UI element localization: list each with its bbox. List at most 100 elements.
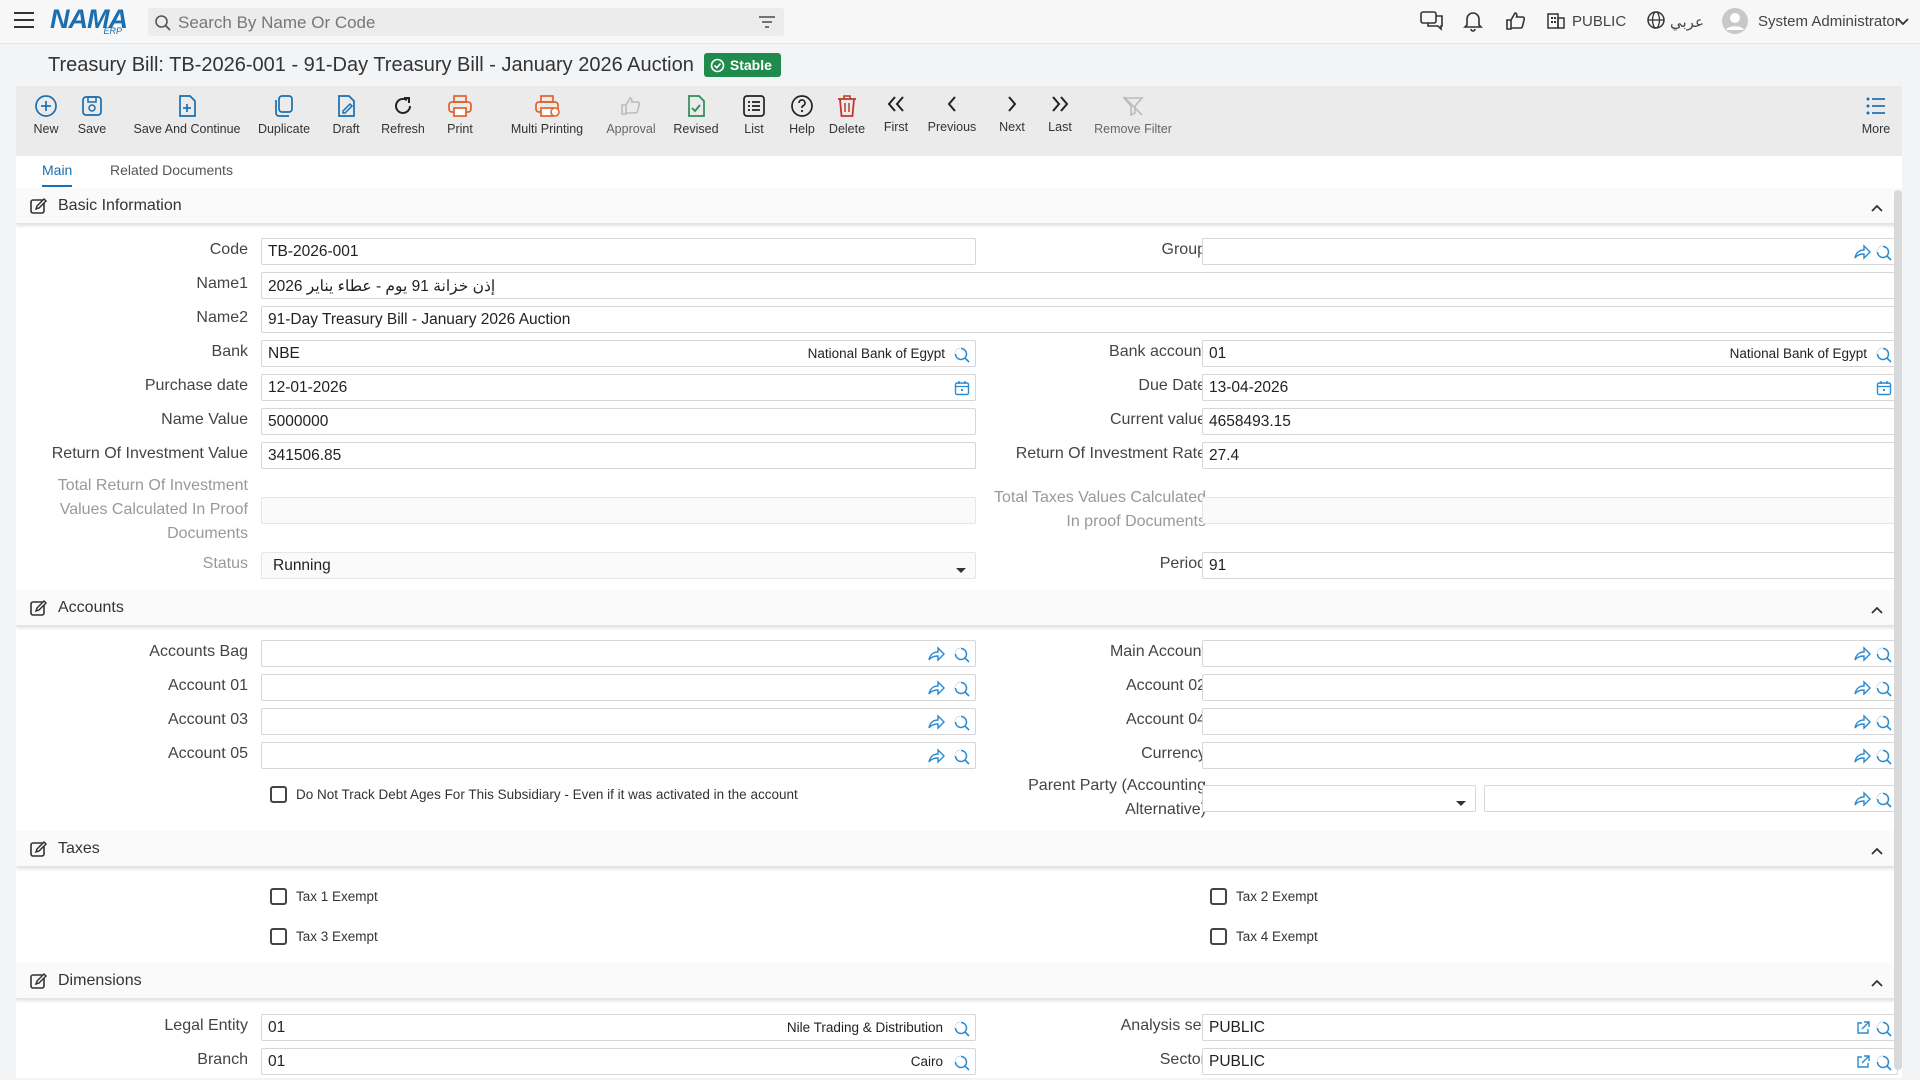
print-button[interactable]: Print [440, 92, 480, 136]
calendar-icon[interactable] [1876, 380, 1892, 401]
section-dimensions[interactable]: Dimensions [16, 963, 1902, 999]
user-name[interactable]: System Administrator [1758, 13, 1900, 30]
share-icon[interactable] [927, 680, 945, 701]
chat-icon[interactable] [1420, 10, 1444, 37]
like-icon[interactable] [1504, 10, 1526, 37]
first-button[interactable]: First [876, 90, 916, 134]
caret-down-icon[interactable] [1455, 795, 1467, 813]
last-button[interactable]: Last [1040, 90, 1080, 134]
bank-field[interactable]: NBE National Bank of Egypt [261, 340, 976, 367]
checkbox-box[interactable] [1210, 928, 1227, 945]
lookup-search-icon[interactable] [1875, 244, 1893, 267]
tax4-exempt-checkbox[interactable]: Tax 4 Exempt [1210, 928, 1318, 945]
lookup-search-icon[interactable] [1875, 714, 1893, 737]
account02-field[interactable] [1202, 674, 1898, 701]
lookup-search-icon[interactable] [1875, 1020, 1893, 1043]
purchase-date-field[interactable]: 12-01-2026 [261, 374, 976, 401]
code-field[interactable]: TB-2026-001 [261, 238, 976, 265]
roi-value-field[interactable]: 341506.85 [261, 442, 976, 469]
next-button[interactable]: Next [992, 90, 1032, 134]
accounts-bag-field[interactable] [261, 640, 976, 667]
tax1-exempt-checkbox[interactable]: Tax 1 Exempt [270, 888, 378, 905]
section-basic-information[interactable]: Basic Information [16, 188, 1902, 224]
lookup-search-icon[interactable] [1875, 646, 1893, 669]
chevron-down-icon[interactable] [1896, 14, 1910, 32]
current-value-field[interactable]: 4658493.15 [1202, 408, 1898, 435]
share-icon[interactable] [1853, 714, 1871, 735]
delete-button[interactable]: Delete [822, 92, 872, 136]
share-icon[interactable] [1853, 646, 1871, 667]
section-taxes[interactable]: Taxes [16, 831, 1902, 867]
group-field[interactable] [1202, 238, 1898, 265]
menu-icon[interactable] [14, 12, 34, 30]
nama-logo[interactable]: NAMA ERP [50, 4, 130, 38]
lookup-search-icon[interactable] [953, 680, 971, 703]
tab-related-documents[interactable]: Related Documents [110, 162, 233, 185]
account03-field[interactable] [261, 708, 976, 735]
roi-rate-field[interactable]: 27.4 [1202, 442, 1898, 469]
refresh-button[interactable]: Refresh [378, 92, 428, 136]
company-selector[interactable]: PUBLIC [1572, 13, 1626, 30]
share-icon[interactable] [1853, 244, 1871, 265]
share-icon[interactable] [1853, 791, 1871, 812]
share-icon[interactable] [927, 748, 945, 769]
new-button[interactable]: New [26, 92, 66, 136]
branch-field[interactable]: 01 Cairo [261, 1048, 976, 1075]
avatar[interactable] [1722, 8, 1748, 39]
chevron-up-icon[interactable] [1870, 602, 1884, 620]
name1-field[interactable]: إذن خزانة 91 يوم - عطاء يناير 2026 [261, 272, 1898, 299]
checkbox-box[interactable] [270, 928, 287, 945]
vertical-scrollbar[interactable] [1894, 190, 1902, 1070]
main-account-field[interactable] [1202, 640, 1898, 667]
chevron-up-icon[interactable] [1870, 200, 1884, 218]
multi-printing-button[interactable]: Multi Printing [494, 92, 600, 136]
account05-field[interactable] [261, 742, 976, 769]
bell-icon[interactable] [1462, 10, 1484, 37]
lookup-search-icon[interactable] [1875, 748, 1893, 771]
lookup-search-icon[interactable] [953, 646, 971, 669]
lookup-search-icon[interactable] [953, 714, 971, 737]
external-link-icon[interactable] [1855, 1020, 1871, 1041]
save-button[interactable]: Save [72, 92, 112, 136]
approval-button[interactable]: Approval [602, 92, 660, 136]
language-switch[interactable]: عربي [1670, 13, 1704, 31]
lookup-search-icon[interactable] [1875, 1054, 1893, 1077]
checkbox-box[interactable] [1210, 888, 1227, 905]
share-icon[interactable] [1853, 748, 1871, 769]
sector-field[interactable]: PUBLIC [1202, 1048, 1898, 1075]
calendar-icon[interactable] [954, 380, 970, 401]
previous-button[interactable]: Previous [922, 90, 982, 134]
external-link-icon[interactable] [1855, 1054, 1871, 1075]
due-date-field[interactable]: 13-04-2026 [1202, 374, 1898, 401]
global-search-input[interactable]: Search By Name Or Code [148, 8, 784, 36]
account01-field[interactable] [261, 674, 976, 701]
share-icon[interactable] [927, 714, 945, 735]
lookup-search-icon[interactable] [1875, 346, 1893, 369]
filter-icon[interactable] [758, 14, 776, 35]
analysis-set-field[interactable]: PUBLIC [1202, 1014, 1898, 1041]
share-icon[interactable] [927, 646, 945, 667]
lookup-search-icon[interactable] [953, 346, 971, 369]
legal-entity-field[interactable]: 01 Nile Trading & Distribution [261, 1014, 976, 1041]
name2-field[interactable]: 91-Day Treasury Bill - January 2026 Auct… [261, 306, 1898, 333]
draft-button[interactable]: Draft [326, 92, 366, 136]
more-button[interactable]: More [1856, 92, 1896, 136]
tax3-exempt-checkbox[interactable]: Tax 3 Exempt [270, 928, 378, 945]
tax2-exempt-checkbox[interactable]: Tax 2 Exempt [1210, 888, 1318, 905]
lookup-search-icon[interactable] [1875, 791, 1893, 814]
account04-field[interactable] [1202, 708, 1898, 735]
chevron-up-icon[interactable] [1870, 975, 1884, 993]
parent-party-type-select[interactable] [1202, 785, 1476, 812]
status-select[interactable]: Running [261, 552, 976, 579]
section-accounts[interactable]: Accounts [16, 590, 1902, 626]
help-button[interactable]: Help [782, 92, 822, 136]
list-button[interactable]: List [734, 92, 774, 136]
tab-main[interactable]: Main [42, 162, 73, 187]
lookup-search-icon[interactable] [953, 1020, 971, 1043]
checkbox-box[interactable] [270, 888, 287, 905]
lookup-search-icon[interactable] [953, 748, 971, 771]
name-value-field[interactable]: 5000000 [261, 408, 976, 435]
revised-button[interactable]: Revised [668, 92, 724, 136]
bank-account-field[interactable]: 01 National Bank of Egypt [1202, 340, 1898, 367]
checkbox-box[interactable] [270, 786, 287, 803]
